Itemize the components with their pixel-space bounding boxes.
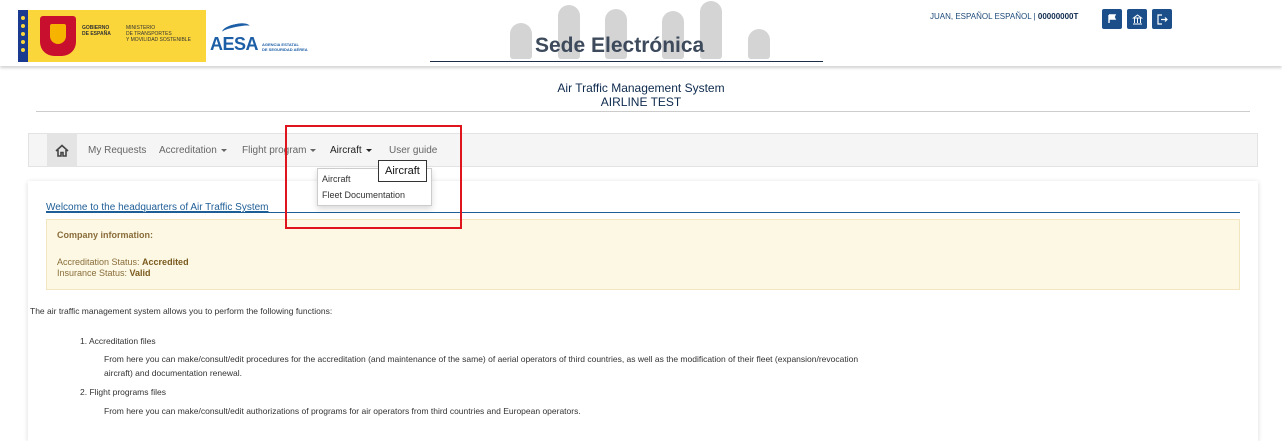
eu-flag-icon: [18, 10, 28, 62]
function-description: aircraft) and documentation renewal.: [104, 368, 242, 378]
aesa-subtitle: AGENCIA ESTATAL DE SEGURIDAD AÉREA: [262, 42, 308, 52]
home-icon: [55, 143, 69, 157]
function-description: From here you can make/consult/edit auth…: [104, 406, 581, 416]
aesa-logo: AESA AGENCIA ESTATAL DE SEGURIDAD AÉREA: [210, 20, 330, 62]
intro-text: The air traffic management system allows…: [30, 306, 333, 316]
accreditation-status: Accreditation Status: Accredited: [57, 257, 189, 267]
insurance-status: Insurance Status: Valid: [57, 268, 151, 278]
system-name: Air Traffic Management System: [557, 81, 725, 95]
flag-icon: [1108, 14, 1117, 23]
nav-accreditation[interactable]: Accreditation: [159, 134, 227, 167]
home-office-button[interactable]: [1127, 9, 1147, 29]
spain-coat-of-arms-icon: [40, 16, 76, 56]
government-logo: GOBIERNO DE ESPAÑA MINISTERIO DE TRANSPO…: [18, 10, 206, 62]
welcome-divider: [46, 212, 1240, 213]
home-button[interactable]: [47, 134, 77, 167]
system-title: Air Traffic Management System AIRLINE TE…: [0, 81, 1282, 109]
function-description: From here you can make/consult/edit proc…: [104, 354, 859, 364]
function-title: 2. Flight programs files: [80, 387, 166, 397]
aesa-wordmark: AESA: [210, 34, 259, 54]
sede-electronica-banner: Sede Electrónica: [430, 0, 823, 62]
company-info-panel: Company information: Accreditation Statu…: [46, 219, 1240, 290]
person-silhouette-icon: [748, 29, 770, 59]
person-silhouette-icon: [510, 23, 532, 59]
caret-down-icon: [220, 148, 227, 152]
divider: [36, 111, 1250, 112]
logout-icon: [1156, 13, 1168, 25]
highlight-box: [285, 125, 462, 229]
header-bar: GOBIERNO DE ESPAÑA MINISTERIO DE TRANSPO…: [0, 0, 1282, 66]
company-info-title: Company information:: [57, 230, 153, 240]
ministry-text: MINISTERIO DE TRANSPORTES Y MOVILIDAD SO…: [126, 25, 191, 43]
function-title: 1. Accreditation files: [80, 336, 156, 346]
nav-my-requests[interactable]: My Requests: [88, 134, 146, 167]
logout-button[interactable]: [1152, 9, 1172, 29]
government-text: GOBIERNO DE ESPAÑA: [82, 25, 111, 37]
flag-button[interactable]: [1102, 9, 1122, 29]
sede-title: Sede Electrónica: [535, 34, 705, 57]
airline-name: AIRLINE TEST: [600, 95, 682, 109]
user-info: JUAN, ESPAÑOL ESPAÑOL | 00000000T: [930, 12, 1079, 21]
main-nav: My Requests Accreditation Flight program…: [28, 133, 1258, 167]
building-icon: [1131, 13, 1143, 24]
